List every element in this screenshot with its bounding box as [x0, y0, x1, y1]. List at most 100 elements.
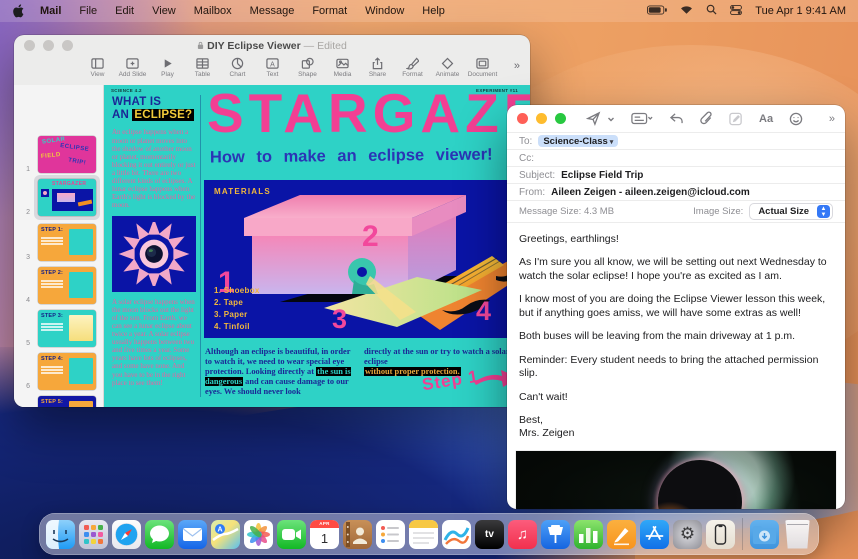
svg-text:2: 2 [362, 220, 379, 253]
slide-thumbnail-5[interactable]: 5 STEP 3: [14, 309, 103, 349]
dock-finder[interactable] [46, 520, 75, 549]
minimize-button[interactable] [536, 113, 547, 124]
menu-message[interactable]: Message [250, 5, 295, 17]
dock-mail[interactable] [178, 520, 207, 549]
close-button[interactable] [517, 113, 528, 124]
dock-apple-tv[interactable]: tv [475, 520, 504, 549]
slide-thumbnail-7[interactable]: 7 STEP 5: [14, 395, 103, 407]
calendar-month: APR [310, 520, 339, 528]
dock-iphone-mirroring[interactable] [706, 520, 735, 549]
document-button[interactable]: Document [465, 57, 500, 78]
keynote-titlebar[interactable]: DIY Eclipse Viewer — Edited [14, 35, 530, 56]
apple-menu-icon[interactable] [12, 4, 24, 18]
slide-thumbnail-3[interactable]: 3 STEP 1: [14, 223, 103, 263]
share-button[interactable]: Share [360, 57, 395, 78]
menu-format[interactable]: Format [312, 5, 347, 17]
dock-system-settings[interactable]: ⚙ [673, 520, 702, 549]
send-icon[interactable] [586, 111, 601, 126]
dock-reminders[interactable] [376, 520, 405, 549]
image-size-select[interactable]: Actual Size ▲▼ [749, 203, 833, 220]
table-button[interactable]: Table [185, 57, 220, 78]
column-divider [200, 95, 201, 397]
body-paragraph: Both buses will be leaving from the main… [519, 330, 833, 343]
dock-app-store[interactable] [640, 520, 669, 549]
dock-messages[interactable] [145, 520, 174, 549]
text-button[interactable]: AText [255, 57, 290, 78]
menu-app-name[interactable]: Mail [40, 5, 61, 17]
menu-mailbox[interactable]: Mailbox [194, 5, 232, 17]
slide-canvas[interactable]: SCIENCE 4.2 EXPERIMENT #11 WHAT IS AN EC… [104, 85, 530, 407]
dock-safari[interactable] [112, 520, 141, 549]
chart-button[interactable]: Chart [220, 57, 255, 78]
from-field[interactable]: From: Aileen Zeigen - aileen.zeigen@iclo… [507, 184, 845, 201]
dock-separator [742, 518, 743, 550]
dock-launchpad[interactable] [79, 520, 108, 549]
recipient-token[interactable]: Science-Class▾ [538, 135, 618, 147]
calendar-day: 1 [310, 528, 339, 549]
sun-icon [118, 222, 190, 286]
slide-title[interactable]: STARGAZER [207, 85, 530, 145]
reply-icon[interactable] [669, 112, 684, 125]
animate-button[interactable]: Animate [430, 57, 465, 78]
mail-window-controls[interactable] [517, 113, 566, 124]
emoji-icon[interactable] [789, 112, 803, 126]
add-slide-button[interactable]: Add Slide [115, 57, 150, 78]
battery-icon[interactable] [647, 5, 667, 18]
format-text-button[interactable]: Aa [759, 113, 773, 125]
keynote-window-title: DIY Eclipse Viewer — Edited [14, 40, 530, 52]
play-button[interactable]: Play [150, 57, 185, 78]
slide-thumbnail-6[interactable]: 6 STEP 4: [14, 352, 103, 392]
dock-downloads-folder[interactable] [750, 520, 779, 549]
menu-edit[interactable]: Edit [115, 5, 134, 17]
dock-facetime[interactable] [277, 520, 306, 549]
menu-view[interactable]: View [152, 5, 176, 17]
markup-icon[interactable] [729, 112, 743, 126]
menu-file[interactable]: File [79, 5, 97, 17]
dock-photos[interactable] [244, 520, 273, 549]
view-button[interactable]: View [80, 57, 115, 78]
zoom-button[interactable] [555, 113, 566, 124]
body-paragraph: Reminder: Every student needs to bring t… [519, 354, 833, 381]
message-size-bar: Message Size: 4.3 MB Image Size: Actual … [507, 201, 845, 223]
body-paragraph: As I'm sure you all know, we will be set… [519, 256, 833, 283]
material-item: 2. Tape [214, 297, 260, 309]
lock-icon [197, 41, 204, 50]
attach-icon[interactable] [700, 111, 713, 126]
spotlight-search-icon[interactable] [706, 4, 717, 18]
format-button[interactable]: Format [395, 57, 430, 78]
dock-freeform[interactable] [442, 520, 471, 549]
control-center-icon[interactable] [730, 5, 742, 18]
media-button[interactable]: Media [325, 57, 360, 78]
shape-button[interactable]: Shape [290, 57, 325, 78]
menu-help[interactable]: Help [422, 5, 445, 17]
materials-box[interactable]: MATERIALS [204, 180, 530, 338]
dock-notes[interactable] [409, 520, 438, 549]
dock-numbers[interactable] [574, 520, 603, 549]
slide-thumbnail-2-selected[interactable]: 2 STARGAZER [14, 178, 103, 218]
slide-subtitle[interactable]: How to make an eclipse viewer! [210, 146, 493, 168]
wifi-icon[interactable] [680, 5, 693, 18]
subject-field[interactable]: Subject: Eclipse Field Trip [507, 167, 845, 184]
slide-thumbnail-1[interactable]: 1 SOLAR ECLIPSE FIELD TRIP! [14, 135, 103, 175]
dock-music[interactable]: ♫ [508, 520, 537, 549]
dock-calendar[interactable]: APR 1 [310, 520, 339, 549]
dock-keynote[interactable] [541, 520, 570, 549]
material-item: 1. Shoebox [214, 285, 260, 297]
dock-maps[interactable]: A [211, 520, 240, 549]
toolbar-overflow-chevron[interactable]: » [829, 113, 835, 125]
slide-thumbnail-4[interactable]: 4 STEP 2: [14, 266, 103, 306]
menu-window[interactable]: Window [365, 5, 404, 17]
menu-clock[interactable]: Tue Apr 1 9:41 AM [755, 5, 846, 17]
cc-field[interactable]: Cc: [507, 150, 845, 167]
message-body[interactable]: Greetings, earthlings! As I'm sure you a… [507, 223, 845, 441]
eclipse-photo-attachment[interactable] [516, 451, 836, 509]
dock-contacts[interactable] [343, 520, 372, 549]
send-options-chevron-icon[interactable] [607, 115, 615, 123]
dock-trash[interactable] [783, 520, 812, 549]
to-field[interactable]: To: Science-Class▾ [507, 133, 845, 150]
dock-pages[interactable] [607, 520, 636, 549]
toolbar-overflow-chevron[interactable]: » [514, 57, 520, 72]
keynote-toolbar: View Add Slide Play Table Chart AText Sh… [14, 56, 530, 85]
header-fields-icon[interactable] [631, 112, 653, 125]
eclipse-heading: WHAT IS AN ECLIPSE? [112, 96, 196, 122]
